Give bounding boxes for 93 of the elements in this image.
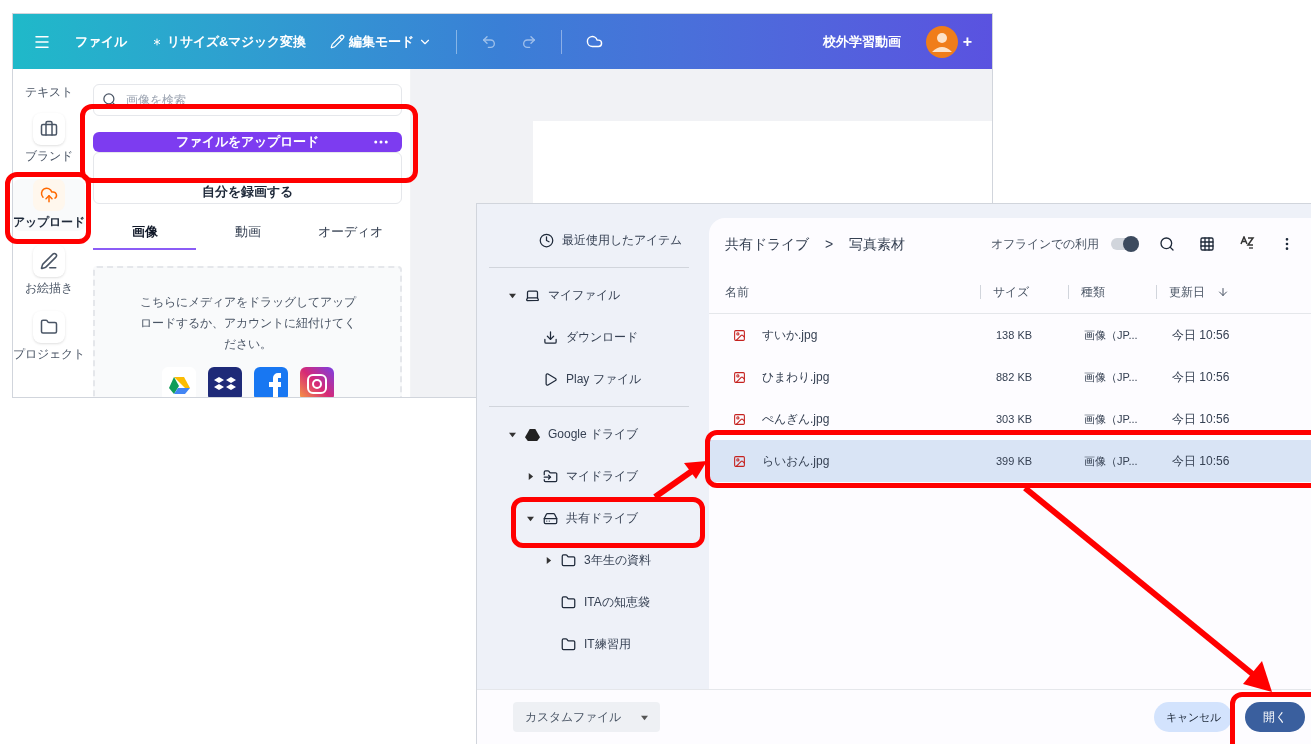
- file-type-select[interactable]: カスタムファイル: [513, 702, 660, 732]
- image-file-icon: [733, 370, 746, 384]
- expanded-arrow-icon[interactable]: [508, 430, 516, 438]
- collapsed-arrow-icon[interactable]: [526, 472, 534, 480]
- sidebar-item[interactable]: マイファイル: [477, 274, 701, 316]
- column-header[interactable]: 名前: [725, 282, 749, 301]
- sidebar-item[interactable]: Google ドライブ: [477, 413, 701, 455]
- grid-view-icon[interactable]: [1199, 236, 1215, 252]
- rail-item[interactable]: ブランド: [13, 113, 85, 165]
- column-header[interactable]: 種類: [1081, 282, 1105, 301]
- breadcrumb-item[interactable]: 共有ドライブ: [725, 233, 809, 255]
- file-date: 今日 10:56: [1171, 411, 1231, 428]
- download-icon: [543, 329, 558, 345]
- image-file-icon: [733, 412, 746, 426]
- rail-item[interactable]: プロジェクト: [13, 311, 85, 363]
- drop-zone[interactable]: こちらにメディアをドラッグしてアップロードするか、アカウントに紐付けてください。: [93, 265, 402, 397]
- shared-drive-icon: [543, 510, 558, 526]
- triangle-logo-icon[interactable]: [161, 366, 196, 397]
- media-tab[interactable]: 画像: [93, 215, 196, 250]
- cancel-button[interactable]: キャンセル: [1154, 702, 1232, 732]
- cloud-upload-icon: [40, 186, 58, 204]
- dropdown-caret-icon: [641, 713, 648, 721]
- diamonds-logo-icon[interactable]: [207, 366, 242, 397]
- expanded-arrow-icon[interactable]: [526, 514, 534, 522]
- search-icon[interactable]: [1159, 236, 1175, 252]
- cloud-icon[interactable]: [586, 33, 604, 50]
- open-button[interactable]: 開く: [1245, 702, 1305, 732]
- image-file-icon: [733, 328, 746, 342]
- sidebar-item[interactable]: 最近使用したアイテム: [477, 219, 701, 261]
- collapsed-arrow-icon[interactable]: [544, 556, 552, 564]
- file-row[interactable]: ひまわり.jpg 882 KB 画像（JP... 今日 10:56: [709, 356, 1311, 398]
- upload-button[interactable]: ファイルをアップロード: [93, 132, 402, 152]
- file-size: 138 KB: [995, 327, 1034, 343]
- file-row[interactable]: らいおん.jpg 399 KB 画像（JP... 今日 10:56: [709, 440, 1311, 482]
- expanded-arrow-icon[interactable]: [508, 291, 516, 299]
- sidebar-item[interactable]: Play ファイル: [477, 358, 701, 400]
- design-title[interactable]: 校外学習動画: [822, 31, 901, 52]
- media-tab[interactable]: 動画: [196, 215, 299, 250]
- file-size: 882 KB: [995, 369, 1034, 385]
- column-header[interactable]: サイズ: [993, 282, 1029, 301]
- file-name: ぺんぎん.jpg: [762, 411, 830, 428]
- media-tab[interactable]: オーディオ: [299, 215, 402, 250]
- drive-folder-icon: [543, 468, 558, 484]
- folder-icon: [561, 594, 576, 610]
- offline-label: オフラインでの利用: [991, 236, 1099, 253]
- file-name: らいおん.jpg: [762, 453, 830, 470]
- folder-icon: [561, 636, 576, 652]
- sidebar-item[interactable]: マイドライブ: [477, 455, 701, 497]
- file-name: ひまわり.jpg: [762, 369, 830, 386]
- file-date: 今日 10:56: [1171, 327, 1231, 344]
- file-row[interactable]: ぺんぎん.jpg 303 KB 画像（JP... 今日 10:56: [709, 398, 1311, 440]
- file-type: 画像（JP...: [1083, 411, 1139, 427]
- record-button[interactable]: 自分を録画する: [93, 151, 402, 204]
- file-name: すいか.jpg: [762, 327, 818, 344]
- file-row[interactable]: すいか.jpg 138 KB 画像（JP... 今日 10:56: [709, 314, 1311, 356]
- sort-arrow-icon[interactable]: [1217, 285, 1229, 298]
- folder-icon: [40, 318, 58, 336]
- sidebar-item[interactable]: ITAの知恵袋: [477, 581, 701, 623]
- sidebar-item[interactable]: 3年生の資料: [477, 539, 701, 581]
- folder-icon: [561, 552, 576, 568]
- file-date: 今日 10:56: [1171, 453, 1231, 470]
- file-size: 399 KB: [995, 453, 1034, 469]
- sidebar-item[interactable]: IT練習用: [477, 623, 701, 665]
- search-icon: [102, 92, 117, 107]
- sidebar-item[interactable]: 共有ドライブ: [477, 497, 701, 539]
- laptop-icon: [525, 287, 540, 303]
- play-icon: [543, 371, 558, 387]
- rail-item[interactable]: アップロード: [13, 179, 85, 231]
- mode-menu[interactable]: 編集モード: [330, 31, 433, 52]
- file-date: 今日 10:56: [1171, 369, 1231, 386]
- pen-icon: [40, 252, 58, 270]
- camera-logo-icon[interactable]: [299, 366, 334, 397]
- file-type: 画像（JP...: [1083, 369, 1139, 385]
- drop-hint: こちらにメディアをドラッグしてアップロードするか、アカウントに紐付けてください。: [138, 293, 358, 353]
- rail-item[interactable]: テキスト: [13, 83, 85, 101]
- image-file-icon: [733, 454, 746, 468]
- file-size: 303 KB: [995, 411, 1034, 427]
- breadcrumb-separator: >: [825, 234, 834, 254]
- avatar[interactable]: [924, 24, 959, 59]
- drive-icon: [525, 426, 540, 442]
- clock-icon: [539, 232, 554, 248]
- offline-toggle[interactable]: [1111, 238, 1139, 250]
- file-type: 画像（JP...: [1083, 327, 1139, 343]
- pencil-icon: [330, 34, 346, 49]
- column-header[interactable]: 更新日: [1169, 282, 1205, 301]
- breadcrumb-item[interactable]: 写真素材: [849, 233, 906, 255]
- briefcase-icon: [40, 120, 58, 138]
- sort-icon[interactable]: [1239, 236, 1255, 252]
- file-type: 画像（JP...: [1083, 453, 1139, 469]
- rail-item[interactable]: お絵描き: [13, 245, 85, 297]
- plus-sign[interactable]: +: [962, 29, 972, 54]
- sidebar-item[interactable]: ダウンロード: [477, 316, 701, 358]
- square-logo-icon[interactable]: [253, 366, 288, 397]
